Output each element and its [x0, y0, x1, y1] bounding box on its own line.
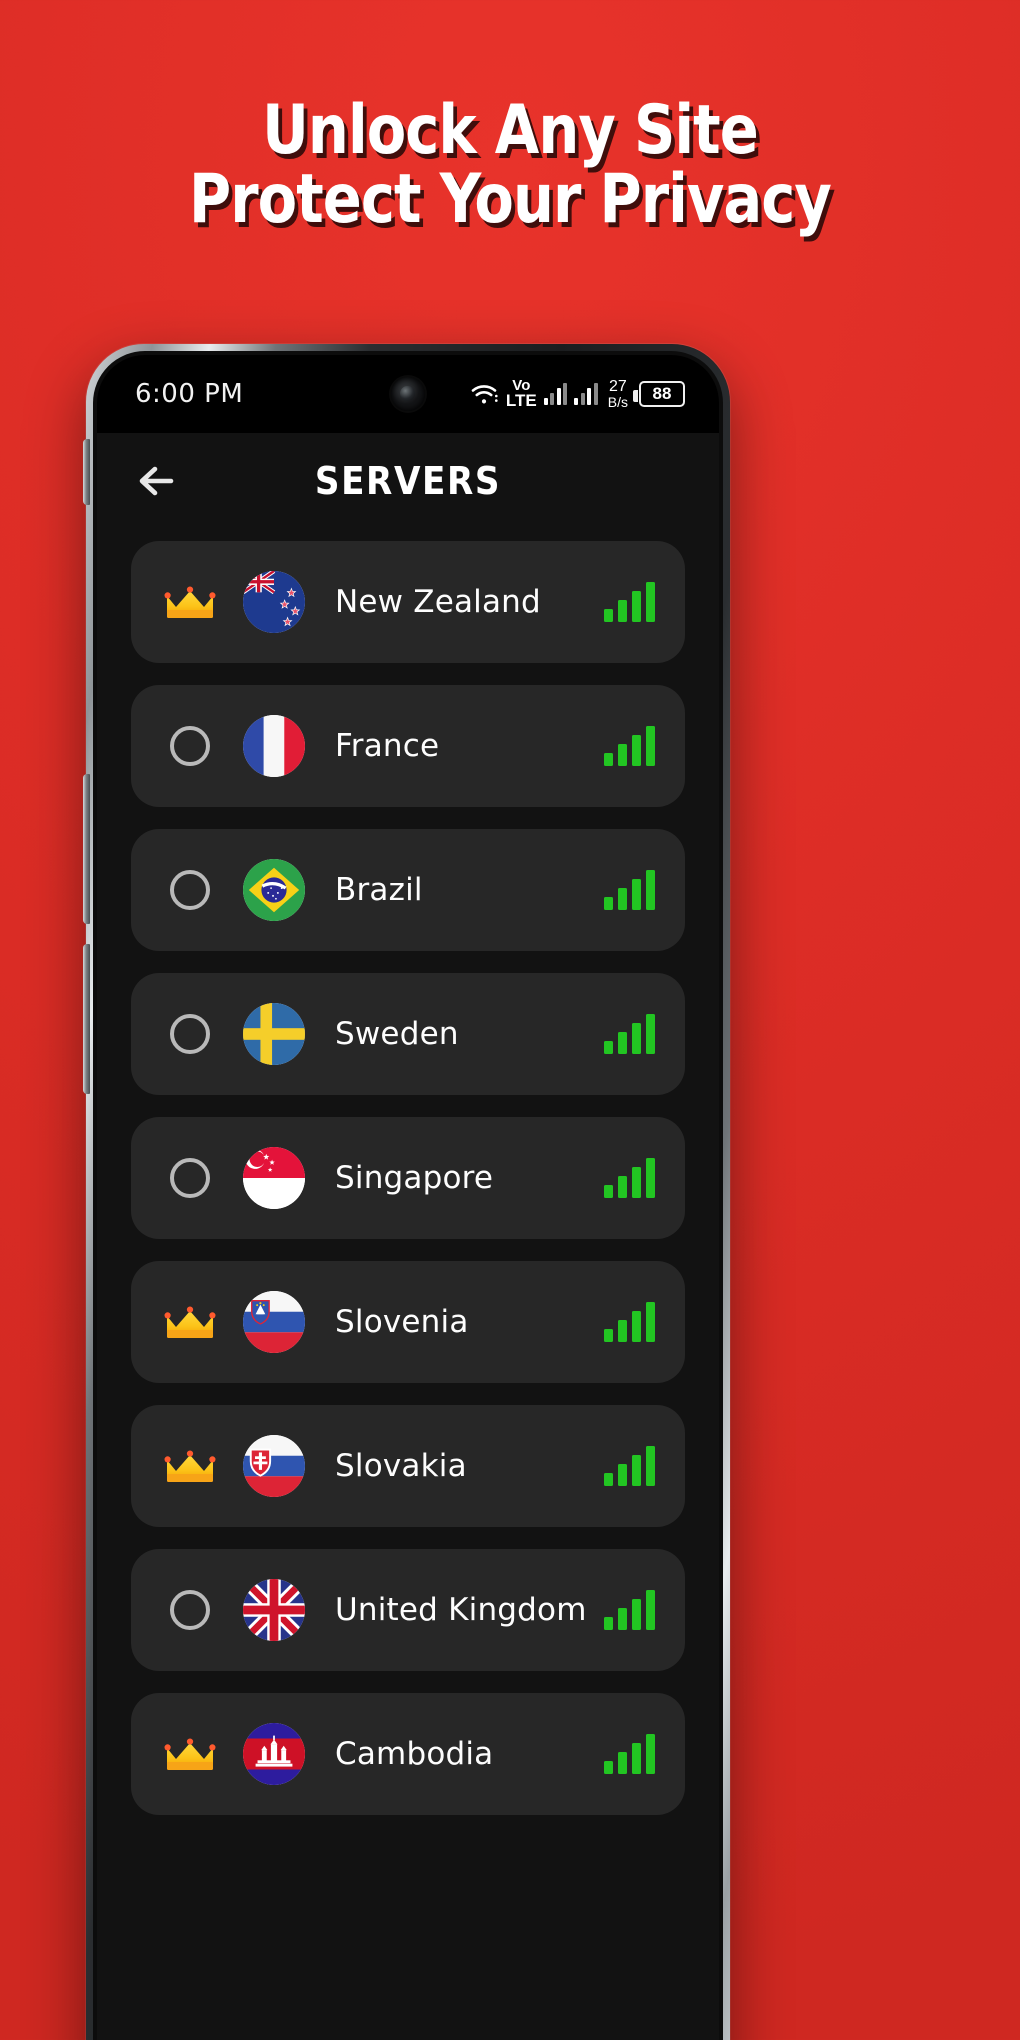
- phone-button-power[interactable]: [83, 439, 90, 505]
- country-name-label: New Zealand: [335, 584, 541, 620]
- server-row[interactable]: Singapore: [131, 1117, 685, 1239]
- network-speed-unit: B/s: [607, 394, 628, 410]
- select-radio-slot[interactable]: [159, 870, 221, 910]
- punch-hole-camera-icon: [391, 377, 425, 411]
- phone-button-volume-down[interactable]: [83, 944, 90, 1094]
- premium-crown-slot: [159, 1735, 221, 1773]
- battery-icon: 88: [633, 381, 685, 407]
- radio-icon[interactable]: [170, 1158, 210, 1198]
- status-bar-time: 6:00 PM: [135, 379, 244, 409]
- radio-icon[interactable]: [170, 726, 210, 766]
- signal-strength-icon: [604, 1446, 655, 1486]
- country-name-label: Cambodia: [335, 1736, 494, 1772]
- country-name-label: Slovenia: [335, 1304, 469, 1340]
- crown-icon: [164, 1450, 216, 1482]
- signal-strength-icon: [604, 726, 655, 766]
- network-speed-value: 27: [608, 378, 627, 395]
- phone-mockup: 6:00 PM Vo LTE 27 B/s 88 SERVERS New Zea…: [83, 344, 730, 2040]
- signal-strength-icon: [604, 1734, 655, 1774]
- country-name-label: Singapore: [335, 1160, 494, 1196]
- country-name-label: United Kingdom: [335, 1592, 587, 1628]
- server-row[interactable]: Slovakia: [131, 1405, 685, 1527]
- signal-strength-icon: [604, 1158, 655, 1198]
- volte-indicator: Vo LTE: [505, 378, 537, 411]
- select-radio-slot[interactable]: [159, 1158, 221, 1198]
- country-flag-icon: [243, 859, 305, 921]
- server-row[interactable]: New Zealand: [131, 541, 685, 663]
- signal-icon-sim2: [574, 383, 598, 405]
- crown-icon: [164, 1738, 216, 1770]
- country-name-label: Sweden: [335, 1016, 459, 1052]
- select-radio-slot[interactable]: [159, 1014, 221, 1054]
- promo-headline-line1: Unlock Any Site: [262, 91, 759, 170]
- battery-level-label: 88: [652, 384, 672, 403]
- phone-bezel: 6:00 PM Vo LTE 27 B/s 88 SERVERS New Zea…: [93, 351, 723, 2040]
- country-name-label: France: [335, 728, 440, 764]
- server-list[interactable]: New Zealand France Brazil Sweden Singapo…: [97, 529, 719, 1815]
- crown-icon: [164, 586, 216, 618]
- phone-screen: 6:00 PM Vo LTE 27 B/s 88 SERVERS New Zea…: [97, 355, 719, 2040]
- premium-crown-slot: [159, 1303, 221, 1341]
- country-flag-icon: [243, 1147, 305, 1209]
- phone-button-volume-up[interactable]: [83, 774, 90, 924]
- app-bar: SERVERS: [97, 433, 719, 529]
- promo-headline-line2: Protect Your Privacy: [189, 160, 832, 240]
- country-flag-icon: [243, 571, 305, 633]
- server-row[interactable]: Slovenia: [131, 1261, 685, 1383]
- country-flag-icon: [243, 715, 305, 777]
- volte-label-bottom: LTE: [505, 391, 537, 411]
- server-row[interactable]: Brazil: [131, 829, 685, 951]
- country-name-label: Slovakia: [335, 1448, 467, 1484]
- country-flag-icon: [243, 1579, 305, 1641]
- server-row[interactable]: Sweden: [131, 973, 685, 1095]
- country-flag-icon: [243, 1291, 305, 1353]
- country-flag-icon: [243, 1435, 305, 1497]
- premium-crown-slot: [159, 1447, 221, 1485]
- country-name-label: Brazil: [335, 872, 423, 908]
- radio-icon[interactable]: [170, 870, 210, 910]
- wifi-icon: [471, 383, 499, 405]
- back-arrow-icon[interactable]: [131, 455, 183, 507]
- page-title: SERVERS: [314, 459, 502, 503]
- country-flag-icon: [243, 1723, 305, 1785]
- signal-strength-icon: [604, 1014, 655, 1054]
- signal-strength-icon: [604, 1590, 655, 1630]
- promo-headline: Unlock Any Site Protect Your Privacy: [31, 96, 990, 235]
- status-bar: 6:00 PM Vo LTE 27 B/s 88: [97, 355, 719, 433]
- crown-icon: [164, 1306, 216, 1338]
- radio-icon[interactable]: [170, 1014, 210, 1054]
- status-bar-icons: Vo LTE 27 B/s 88: [471, 378, 685, 411]
- select-radio-slot[interactable]: [159, 1590, 221, 1630]
- server-row[interactable]: France: [131, 685, 685, 807]
- network-speed-indicator: 27 B/s: [607, 378, 628, 410]
- select-radio-slot[interactable]: [159, 726, 221, 766]
- signal-strength-icon: [604, 1302, 655, 1342]
- server-row[interactable]: Cambodia: [131, 1693, 685, 1815]
- server-row[interactable]: United Kingdom: [131, 1549, 685, 1671]
- radio-icon[interactable]: [170, 1590, 210, 1630]
- signal-icon-sim1: [543, 383, 568, 405]
- country-flag-icon: [243, 1003, 305, 1065]
- premium-crown-slot: [159, 583, 221, 621]
- signal-strength-icon: [604, 870, 655, 910]
- signal-strength-icon: [604, 582, 655, 622]
